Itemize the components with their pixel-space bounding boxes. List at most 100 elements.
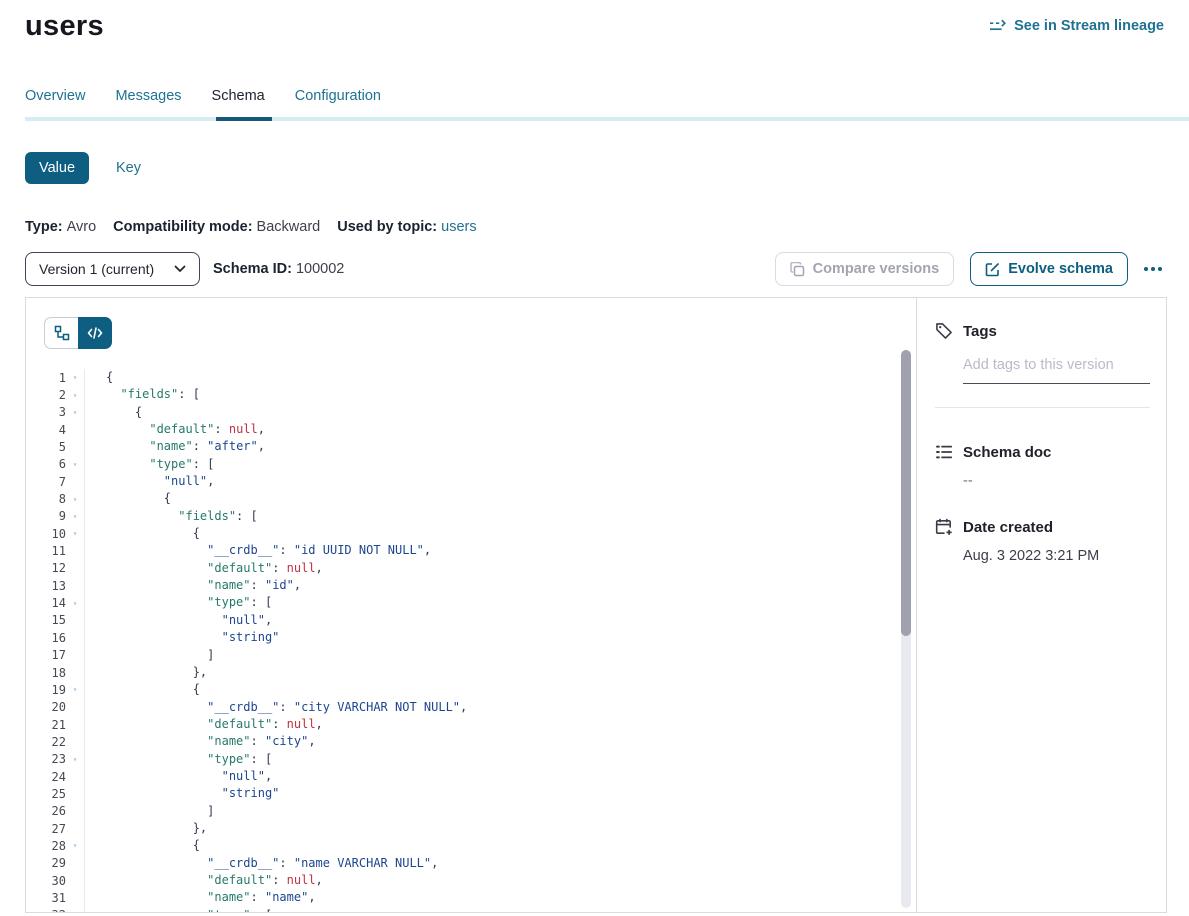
fold-arrow-icon[interactable]: ▾ <box>66 391 84 400</box>
code-line-text: { <box>84 525 200 542</box>
code-line: 19▾ { <box>26 681 916 698</box>
line-number: 16 <box>26 631 66 645</box>
tab-messages[interactable]: Messages <box>115 88 181 117</box>
schema-sidebar: Tags Schema doc -- <box>917 298 1166 912</box>
code-line-text: "default": null, <box>84 560 323 577</box>
schema-id-label: Schema ID: <box>213 261 292 277</box>
ellipsis-icon <box>1158 267 1162 271</box>
line-number: 31 <box>26 891 66 905</box>
fold-arrow-icon[interactable]: ▾ <box>66 495 84 504</box>
meta-compatibility: Compatibility mode:Backward <box>113 219 320 235</box>
fold-arrow-icon[interactable]: ▾ <box>66 755 84 764</box>
code-line-text: "__crdb__": "name VARCHAR NULL", <box>84 855 438 872</box>
code-line: 12 "default": null, <box>26 560 916 577</box>
code-line: 14▾ "type": [ <box>26 594 916 611</box>
fold-arrow-icon[interactable]: ▾ <box>66 512 84 521</box>
stream-lineage-icon <box>989 17 1007 35</box>
line-number: 32 <box>26 908 66 912</box>
line-number: 25 <box>26 787 66 801</box>
tab-schema[interactable]: Schema <box>212 88 265 117</box>
code-view-button[interactable] <box>78 317 112 349</box>
code-line: 15 "null", <box>26 612 916 629</box>
code-line-text: "fields": [ <box>84 386 200 403</box>
fold-arrow-icon[interactable]: ▾ <box>66 373 84 382</box>
tab-overview[interactable]: Overview <box>25 88 85 117</box>
schema-controls: Version 1 (current) Schema ID:100002 Com… <box>25 252 1164 286</box>
tab-configuration[interactable]: Configuration <box>295 88 381 117</box>
fold-arrow-icon[interactable]: ▾ <box>66 599 84 608</box>
schema-doc-title: Schema doc <box>963 444 1051 461</box>
line-number: 21 <box>26 718 66 732</box>
schema-code-panel: 1▾{2▾ "fields": [3▾ {4 "default": null,5… <box>26 298 917 912</box>
line-number: 10 <box>26 527 66 541</box>
line-number: 15 <box>26 613 66 627</box>
add-tags-input[interactable] <box>963 357 1150 384</box>
ellipsis-icon <box>1151 267 1155 271</box>
lineage-link-label: See in Stream lineage <box>1014 18 1164 34</box>
sidebar-divider <box>935 407 1150 408</box>
chevron-down-icon <box>174 265 186 273</box>
type-label: Type: <box>25 219 63 235</box>
code-line: 2▾ "fields": [ <box>26 386 916 403</box>
line-number: 17 <box>26 648 66 662</box>
schema-code-editor[interactable]: 1▾{2▾ "fields": [3▾ {4 "default": null,5… <box>26 369 916 912</box>
line-number: 30 <box>26 874 66 888</box>
list-icon <box>935 443 953 461</box>
code-view-icon <box>87 326 103 340</box>
fold-arrow-icon[interactable]: ▾ <box>66 685 84 694</box>
date-created-title: Date created <box>963 519 1053 536</box>
tree-view-button[interactable] <box>44 317 78 349</box>
code-line-text: "string" <box>84 785 279 802</box>
code-line-text: "fields": [ <box>84 508 258 525</box>
line-number: 3 <box>26 405 66 419</box>
active-tab-indicator <box>216 117 272 121</box>
compatibility-label: Compatibility mode: <box>113 219 252 235</box>
code-line: 6▾ "type": [ <box>26 456 916 473</box>
schema-meta: Type:Avro Compatibility mode:Backward Us… <box>25 219 1189 235</box>
code-line-text: { <box>84 837 200 854</box>
line-number: 9 <box>26 509 66 523</box>
see-in-stream-lineage-link[interactable]: See in Stream lineage <box>989 17 1164 35</box>
used-by-topic-link[interactable]: users <box>441 219 476 235</box>
code-line-text: "name": "after", <box>84 438 265 455</box>
key-tab-link[interactable]: Key <box>116 160 141 176</box>
fold-arrow-icon[interactable]: ▾ <box>66 408 84 417</box>
schema-page: users See in Stream lineage Overview Mes… <box>0 0 1189 916</box>
code-line-text: ] <box>84 647 214 664</box>
line-number: 12 <box>26 561 66 575</box>
line-number: 24 <box>26 770 66 784</box>
line-number: 18 <box>26 666 66 680</box>
code-line-text: "type": [ <box>84 456 214 473</box>
fold-arrow-icon[interactable]: ▾ <box>66 460 84 469</box>
line-number: 5 <box>26 440 66 454</box>
schema-doc-value: -- <box>963 473 1150 489</box>
code-line: 16 "string" <box>26 629 916 646</box>
code-line: 17 ] <box>26 647 916 664</box>
line-number: 1 <box>26 371 66 385</box>
more-options-button[interactable] <box>1142 261 1164 277</box>
editor-scrollbar[interactable] <box>901 350 911 908</box>
line-number: 7 <box>26 475 66 489</box>
code-line-text: ] <box>84 803 214 820</box>
scrollbar-thumb[interactable] <box>901 350 911 636</box>
compare-versions-button[interactable]: Compare versions <box>775 252 955 286</box>
evolve-schema-label: Evolve schema <box>1008 261 1113 277</box>
copy-icon <box>790 262 805 277</box>
topic-tabs: Overview Messages Schema Configuration <box>25 88 1189 117</box>
fold-arrow-icon[interactable]: ▾ <box>66 529 84 538</box>
code-line-text: "name": "id", <box>84 577 301 594</box>
evolve-schema-button[interactable]: Evolve schema <box>970 252 1128 286</box>
code-line: 21 "default": null, <box>26 716 916 733</box>
code-line-text: "__crdb__": "city VARCHAR NOT NULL", <box>84 699 467 716</box>
tags-section-header: Tags <box>935 322 1150 340</box>
code-line: 8▾ { <box>26 490 916 507</box>
code-line-text: "null", <box>84 612 272 629</box>
version-select[interactable]: Version 1 (current) <box>25 252 200 286</box>
code-line-text: "name": "city", <box>84 733 316 750</box>
code-line: 4 "default": null, <box>26 421 916 438</box>
fold-arrow-icon[interactable]: ▾ <box>66 911 84 912</box>
value-tab-button[interactable]: Value <box>25 152 89 184</box>
line-number: 8 <box>26 492 66 506</box>
fold-arrow-icon[interactable]: ▾ <box>66 841 84 850</box>
schema-doc-header: Schema doc <box>935 443 1150 461</box>
